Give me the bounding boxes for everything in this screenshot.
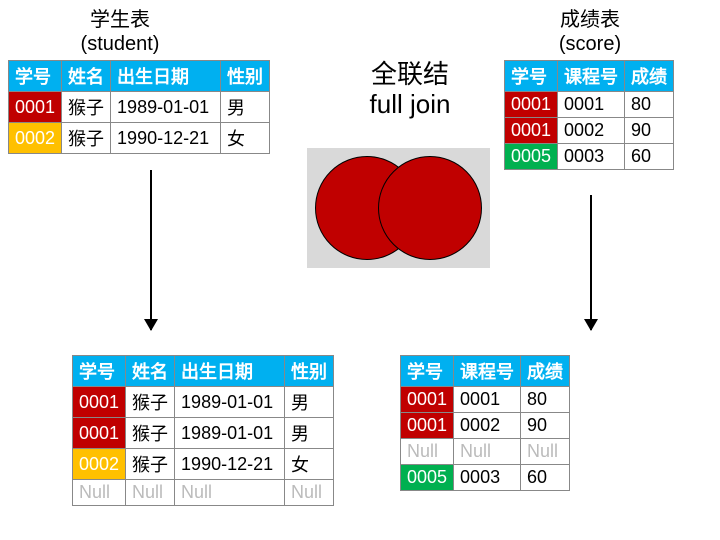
cell-name: Null bbox=[126, 480, 175, 506]
cell-id: 0001 bbox=[401, 413, 454, 439]
join-title-cn: 全联结 bbox=[371, 59, 449, 89]
cell-name: 猴子 bbox=[62, 92, 111, 123]
cell-dob: 1990-12-21 bbox=[111, 123, 221, 154]
cell-course: 0001 bbox=[454, 387, 521, 413]
col-sex: 性别 bbox=[285, 356, 334, 387]
cell-id: 0001 bbox=[401, 387, 454, 413]
table-row: 0002 猴子 1990-12-21 女 bbox=[73, 449, 334, 480]
table-row: 0002 猴子 1990-12-21 女 bbox=[9, 123, 270, 154]
col-id: 学号 bbox=[73, 356, 126, 387]
cell-name: 猴子 bbox=[126, 449, 175, 480]
cell-score: 90 bbox=[521, 413, 570, 439]
col-id: 学号 bbox=[505, 61, 558, 92]
col-score: 成绩 bbox=[521, 356, 570, 387]
cell-sex: 女 bbox=[221, 123, 270, 154]
cell-id: 0002 bbox=[9, 123, 62, 154]
score-caption: 成绩表 (score) bbox=[530, 8, 650, 56]
table-row: 0005 0003 60 bbox=[401, 465, 570, 491]
student-caption: 学生表 (student) bbox=[60, 8, 180, 56]
cell-id: 0005 bbox=[401, 465, 454, 491]
cell-name: 猴子 bbox=[62, 123, 111, 154]
cell-sex: 男 bbox=[285, 387, 334, 418]
score-table-bottom: 学号 课程号 成绩 0001 0001 80 0001 0002 90 Null… bbox=[400, 355, 570, 491]
venn-diagram bbox=[307, 148, 490, 268]
cell-id: 0005 bbox=[505, 144, 558, 170]
cell-id: 0001 bbox=[73, 418, 126, 449]
cell-course: 0002 bbox=[558, 118, 625, 144]
table-header-row: 学号 课程号 成绩 bbox=[401, 356, 570, 387]
col-course: 课程号 bbox=[454, 356, 521, 387]
table-row: 0001 猴子 1989-01-01 男 bbox=[73, 387, 334, 418]
arrow-left bbox=[150, 170, 152, 330]
table-row: Null Null Null Null bbox=[73, 480, 334, 506]
table-row: 0001 0002 90 bbox=[505, 118, 674, 144]
table-header-row: 学号 姓名 出生日期 性别 bbox=[73, 356, 334, 387]
score-caption-en: (score) bbox=[559, 33, 621, 55]
cell-score: 80 bbox=[625, 92, 674, 118]
cell-id: 0001 bbox=[9, 92, 62, 123]
table-header-row: 学号 课程号 成绩 bbox=[505, 61, 674, 92]
col-dob: 出生日期 bbox=[111, 61, 221, 92]
arrow-right bbox=[590, 195, 592, 330]
cell-sex: 男 bbox=[221, 92, 270, 123]
cell-score: 60 bbox=[625, 144, 674, 170]
col-course: 课程号 bbox=[558, 61, 625, 92]
venn-right-circle bbox=[378, 156, 482, 260]
student-caption-cn: 学生表 bbox=[90, 9, 150, 31]
table-row: 0001 猴子 1989-01-01 男 bbox=[73, 418, 334, 449]
table-row: 0001 猴子 1989-01-01 男 bbox=[9, 92, 270, 123]
cell-sex: 男 bbox=[285, 418, 334, 449]
join-title: 全联结 full join bbox=[335, 60, 485, 120]
table-row: Null Null Null bbox=[401, 439, 570, 465]
col-id: 学号 bbox=[9, 61, 62, 92]
cell-course: 0003 bbox=[558, 144, 625, 170]
cell-dob: 1990-12-21 bbox=[175, 449, 285, 480]
cell-score: 60 bbox=[521, 465, 570, 491]
table-header-row: 学号 姓名 出生日期 性别 bbox=[9, 61, 270, 92]
col-sex: 性别 bbox=[221, 61, 270, 92]
cell-id: Null bbox=[401, 439, 454, 465]
cell-course: 0001 bbox=[558, 92, 625, 118]
cell-dob: 1989-01-01 bbox=[111, 92, 221, 123]
cell-id: 0001 bbox=[505, 118, 558, 144]
student-table-top: 学号 姓名 出生日期 性别 0001 猴子 1989-01-01 男 0002 … bbox=[8, 60, 270, 154]
cell-id: 0001 bbox=[505, 92, 558, 118]
cell-id: 0002 bbox=[73, 449, 126, 480]
table-row: 0005 0003 60 bbox=[505, 144, 674, 170]
score-table-top: 学号 课程号 成绩 0001 0001 80 0001 0002 90 0005… bbox=[504, 60, 674, 170]
cell-sex: Null bbox=[285, 480, 334, 506]
cell-course: 0002 bbox=[454, 413, 521, 439]
cell-name: 猴子 bbox=[126, 418, 175, 449]
col-name: 姓名 bbox=[126, 356, 175, 387]
cell-score: Null bbox=[521, 439, 570, 465]
student-table-bottom: 学号 姓名 出生日期 性别 0001 猴子 1989-01-01 男 0001 … bbox=[72, 355, 334, 506]
cell-course: 0003 bbox=[454, 465, 521, 491]
table-row: 0001 0001 80 bbox=[401, 387, 570, 413]
cell-id: 0001 bbox=[73, 387, 126, 418]
cell-id: Null bbox=[73, 480, 126, 506]
col-name: 姓名 bbox=[62, 61, 111, 92]
col-id: 学号 bbox=[401, 356, 454, 387]
col-score: 成绩 bbox=[625, 61, 674, 92]
cell-sex: 女 bbox=[285, 449, 334, 480]
table-row: 0001 0002 90 bbox=[401, 413, 570, 439]
join-title-en: full join bbox=[370, 89, 451, 119]
student-caption-en: (student) bbox=[81, 33, 160, 55]
cell-score: 90 bbox=[625, 118, 674, 144]
col-dob: 出生日期 bbox=[175, 356, 285, 387]
cell-dob: 1989-01-01 bbox=[175, 387, 285, 418]
cell-dob: Null bbox=[175, 480, 285, 506]
table-row: 0001 0001 80 bbox=[505, 92, 674, 118]
cell-course: Null bbox=[454, 439, 521, 465]
cell-score: 80 bbox=[521, 387, 570, 413]
cell-name: 猴子 bbox=[126, 387, 175, 418]
cell-dob: 1989-01-01 bbox=[175, 418, 285, 449]
score-caption-cn: 成绩表 bbox=[560, 9, 620, 31]
